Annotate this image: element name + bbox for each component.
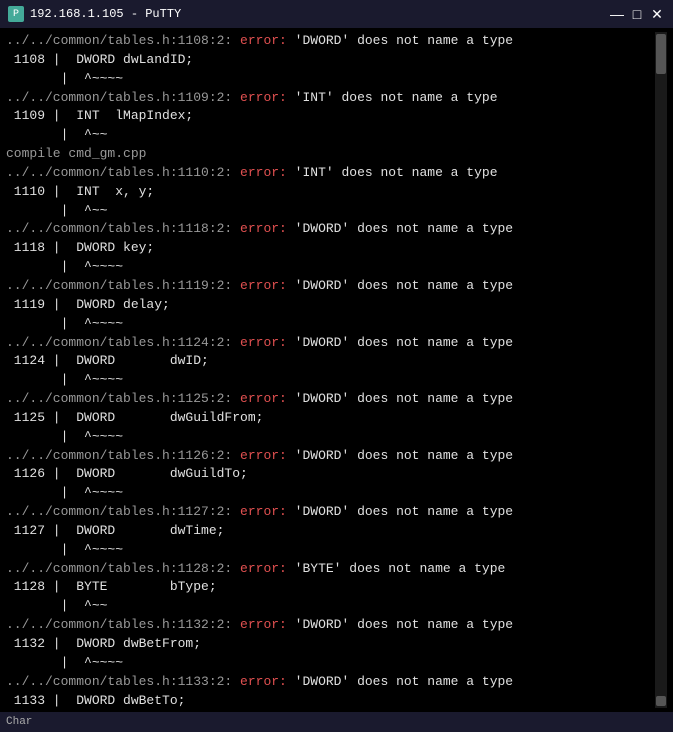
terminal-content: ../../common/tables.h:1108:2: error: 'DW… bbox=[6, 32, 655, 708]
terminal-line: 1108 | DWORD dwLandID; bbox=[6, 51, 655, 70]
terminal-line: ../../common/tables.h:1108:2: error: 'DW… bbox=[6, 32, 655, 51]
terminal-line: | ^~~~~ bbox=[6, 371, 655, 390]
terminal-line: ../../common/tables.h:1110:2: error: 'IN… bbox=[6, 164, 655, 183]
terminal-line: | ^~~~~ bbox=[6, 541, 655, 560]
terminal-line: | ^~~ bbox=[6, 126, 655, 145]
terminal-line: | ^~~~~ bbox=[6, 258, 655, 277]
terminal-line: ../../common/tables.h:1124:2: error: 'DW… bbox=[6, 334, 655, 353]
scrollbar-bottom[interactable] bbox=[656, 696, 666, 706]
terminal-line: 1127 | DWORD dwTime; bbox=[6, 522, 655, 541]
terminal-line: ../../common/tables.h:1128:2: error: 'BY… bbox=[6, 560, 655, 579]
terminal-line: 1128 | BYTE bType; bbox=[6, 578, 655, 597]
status-bar: Char bbox=[0, 712, 673, 732]
terminal-line: ../../common/tables.h:1133:2: error: 'DW… bbox=[6, 673, 655, 692]
scrollbar[interactable] bbox=[655, 32, 667, 708]
terminal-line: ../../common/tables.h:1119:2: error: 'DW… bbox=[6, 277, 655, 296]
terminal-line: 1119 | DWORD delay; bbox=[6, 296, 655, 315]
terminal-line: | ^~~~~ bbox=[6, 70, 655, 89]
terminal-line: 1124 | DWORD dwID; bbox=[6, 352, 655, 371]
terminal-line: | ^~~~~ bbox=[6, 315, 655, 334]
terminal-line: | ^~~ bbox=[6, 597, 655, 616]
terminal-body: ../../common/tables.h:1108:2: error: 'DW… bbox=[0, 28, 673, 712]
status-text: Char bbox=[6, 716, 32, 728]
terminal-line: 1125 | DWORD dwGuildFrom; bbox=[6, 409, 655, 428]
terminal-line: ../../common/tables.h:1127:2: error: 'DW… bbox=[6, 503, 655, 522]
title-bar-left: P 192.168.1.105 - PuTTY bbox=[8, 6, 181, 22]
terminal-line: | ^~~~~ bbox=[6, 428, 655, 447]
window-title: 192.168.1.105 - PuTTY bbox=[30, 7, 181, 21]
terminal-line: ../../common/tables.h:1125:2: error: 'DW… bbox=[6, 390, 655, 409]
terminal-line: ../../common/tables.h:1118:2: error: 'DW… bbox=[6, 220, 655, 239]
terminal-line: ../../common/tables.h:1126:2: error: 'DW… bbox=[6, 447, 655, 466]
terminal-line: compile cmd_gm.cpp bbox=[6, 145, 655, 164]
minimize-button[interactable]: — bbox=[609, 6, 625, 22]
terminal-line: 1109 | INT lMapIndex; bbox=[6, 107, 655, 126]
terminal-line: 1118 | DWORD key; bbox=[6, 239, 655, 258]
terminal-line: ../../common/tables.h:1109:2: error: 'IN… bbox=[6, 89, 655, 108]
scrollbar-thumb[interactable] bbox=[656, 34, 666, 74]
terminal-line: 1126 | DWORD dwGuildTo; bbox=[6, 465, 655, 484]
terminal-line: 1133 | DWORD dwBetTo; bbox=[6, 692, 655, 708]
terminal-line: | ^~~~~ bbox=[6, 484, 655, 503]
putty-icon: P bbox=[8, 6, 24, 22]
window-controls: — □ ✕ bbox=[609, 6, 665, 22]
title-bar: P 192.168.1.105 - PuTTY — □ ✕ bbox=[0, 0, 673, 28]
terminal-line: | ^~~ bbox=[6, 202, 655, 221]
terminal-line: ../../common/tables.h:1132:2: error: 'DW… bbox=[6, 616, 655, 635]
putty-window: P 192.168.1.105 - PuTTY — □ ✕ ../../comm… bbox=[0, 0, 673, 732]
terminal-line: 1110 | INT x, y; bbox=[6, 183, 655, 202]
maximize-button[interactable]: □ bbox=[629, 6, 645, 22]
terminal-line: 1132 | DWORD dwBetFrom; bbox=[6, 635, 655, 654]
close-button[interactable]: ✕ bbox=[649, 6, 665, 22]
terminal-line: | ^~~~~ bbox=[6, 654, 655, 673]
